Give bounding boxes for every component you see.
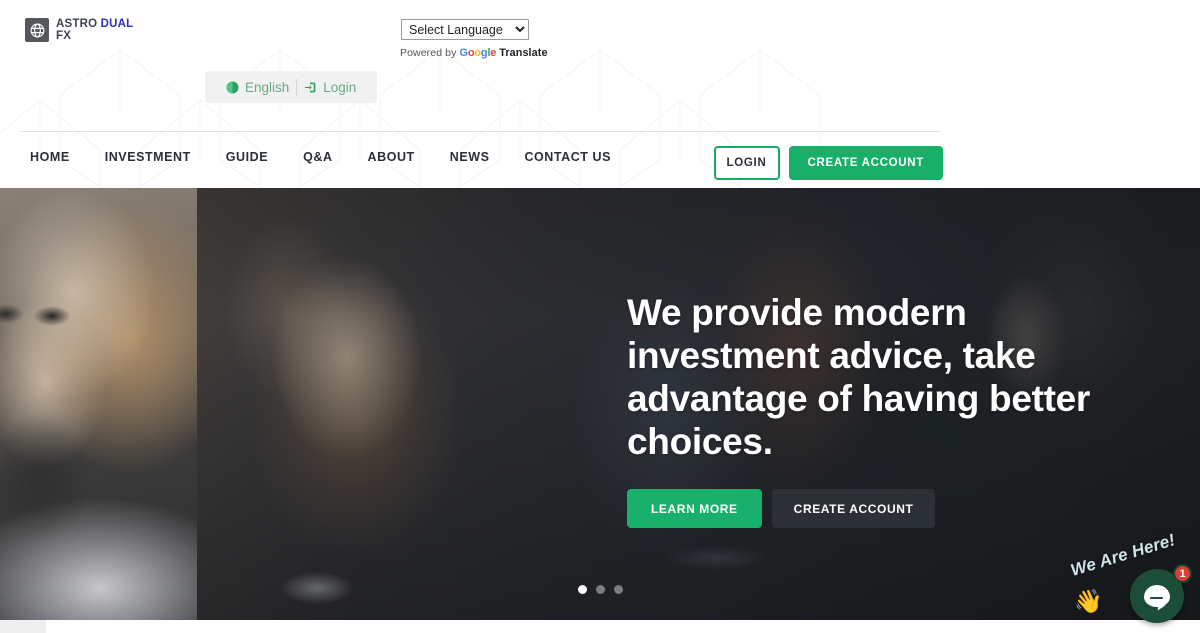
nav-item-guide[interactable]: GUIDE bbox=[226, 150, 268, 164]
globe-icon bbox=[25, 18, 49, 42]
globe-icon bbox=[226, 81, 239, 94]
hero-content: We provide modern investment advice, tak… bbox=[627, 291, 1127, 528]
login-arrow-icon bbox=[304, 81, 317, 94]
hero-carousel: We provide modern investment advice, tak… bbox=[0, 188, 1200, 620]
chat-widget: We Are Here! 👋 1 bbox=[1068, 530, 1192, 629]
main-navigation: HOME INVESTMENT GUIDE Q&A ABOUT NEWS CON… bbox=[30, 150, 611, 164]
google-translate-widget: Select Language Powered by Google Transl… bbox=[400, 19, 547, 59]
header-login-button[interactable]: LOGIN bbox=[713, 146, 780, 180]
page-root: ASTRO DUAL FX Select Language Powered by… bbox=[0, 0, 1200, 633]
language-switcher-english[interactable]: English bbox=[219, 80, 296, 95]
site-header: ASTRO DUAL FX Select Language Powered by… bbox=[0, 0, 1200, 188]
powered-by-label: Powered by bbox=[400, 47, 457, 59]
quick-login-label: Login bbox=[323, 79, 357, 95]
nav-item-qa[interactable]: Q&A bbox=[303, 150, 332, 164]
hero-create-account-button[interactable]: CREATE ACCOUNT bbox=[771, 489, 936, 528]
language-switcher-label: English bbox=[245, 79, 290, 95]
powered-by-google-translate: Powered by Google Translate bbox=[400, 47, 547, 59]
translate-label: Translate bbox=[499, 47, 548, 59]
nav-item-about[interactable]: ABOUT bbox=[368, 150, 415, 164]
hero-actions: LEARN MORE CREATE ACCOUNT bbox=[627, 489, 1127, 528]
hero-slide: We provide modern investment advice, tak… bbox=[197, 188, 1200, 620]
page-bottom-strip bbox=[0, 620, 1200, 633]
header-create-account-button[interactable]: CREATE ACCOUNT bbox=[788, 146, 943, 180]
carousel-dot-3[interactable] bbox=[613, 585, 623, 594]
logo-text-fx: FX bbox=[56, 29, 72, 42]
carousel-dot-1[interactable] bbox=[577, 585, 587, 594]
language-select[interactable]: Select Language bbox=[401, 19, 529, 40]
hero-headline: We provide modern investment advice, tak… bbox=[627, 292, 1091, 462]
header-actions: LOGIN CREATE ACCOUNT bbox=[713, 146, 943, 180]
nav-item-home[interactable]: HOME bbox=[30, 150, 70, 164]
nav-item-contact-us[interactable]: CONTACT US bbox=[524, 150, 611, 164]
header-divider bbox=[20, 131, 941, 132]
carousel-dot-2[interactable] bbox=[595, 585, 605, 594]
woman-with-glasses-photo bbox=[0, 188, 197, 620]
chat-unread-badge: 1 bbox=[1173, 564, 1192, 583]
quick-action-bar: English Login bbox=[205, 71, 378, 103]
logo-text-dual: DUAL bbox=[100, 18, 134, 30]
hero-side-image bbox=[0, 188, 197, 620]
logo-text-astro: ASTRO bbox=[56, 18, 98, 30]
hero-learn-more-button[interactable]: LEARN MORE bbox=[627, 489, 762, 528]
quick-login-link[interactable]: Login bbox=[297, 80, 363, 95]
waving-hand-icon: 👋 bbox=[1074, 588, 1103, 614]
nav-item-investment[interactable]: INVESTMENT bbox=[105, 150, 191, 164]
logo-wordmark: ASTRO DUAL FX bbox=[56, 18, 133, 42]
chat-bubble-icon bbox=[1144, 585, 1170, 607]
carousel-dots bbox=[0, 585, 1200, 594]
nav-item-news[interactable]: NEWS bbox=[450, 150, 490, 164]
site-logo[interactable]: ASTRO DUAL FX bbox=[25, 18, 133, 42]
google-logo: Google bbox=[459, 47, 497, 59]
